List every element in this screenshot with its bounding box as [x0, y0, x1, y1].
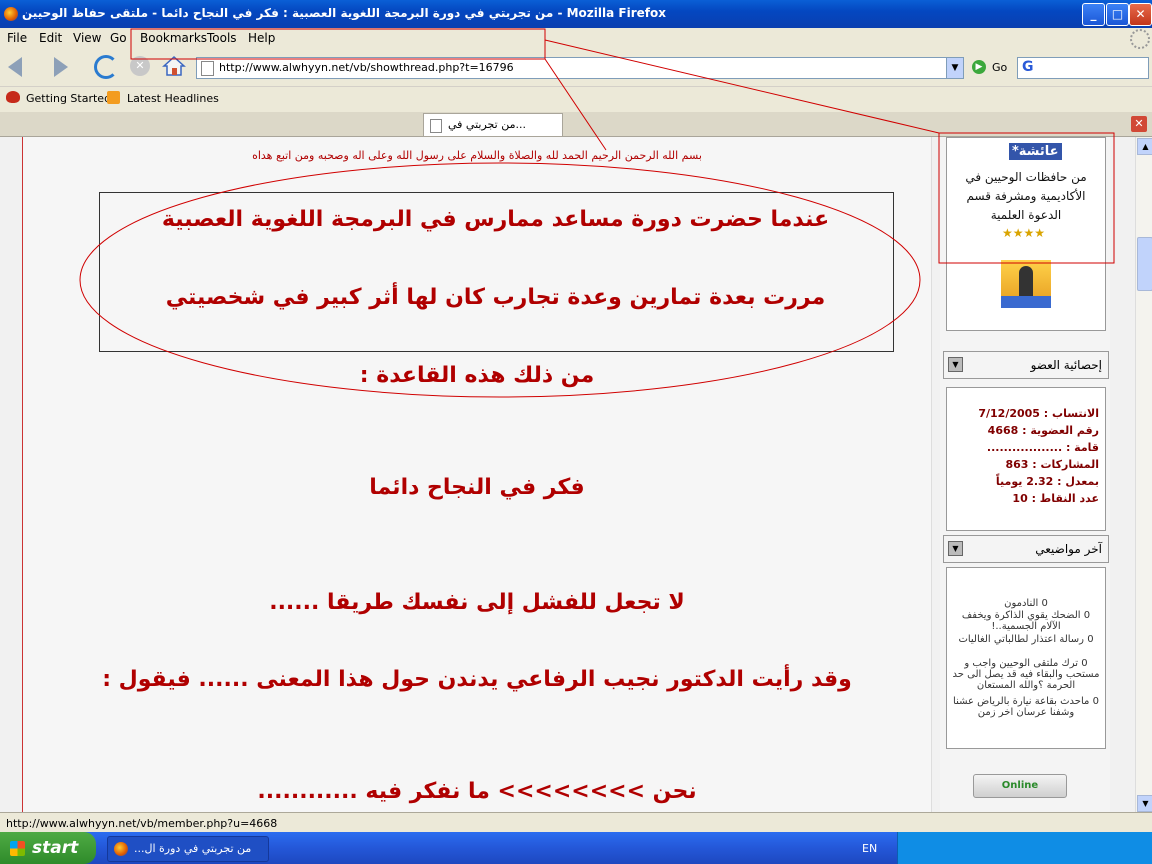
vertical-scrollbar[interactable]: ▲ ▼ [1135, 137, 1152, 812]
windows-logo-icon [10, 841, 25, 856]
scroll-up-icon[interactable]: ▲ [1137, 138, 1152, 155]
start-button[interactable]: start [0, 832, 96, 864]
annotation-menu-box [130, 28, 546, 60]
taskbar-item-label: من تجربتي في دورة ال... [134, 842, 252, 855]
annotation-ellipse [79, 162, 921, 398]
annotation-line-1 [544, 39, 940, 134]
annotation-overlay [79, 28, 1115, 398]
scroll-down-icon[interactable]: ▼ [1137, 795, 1152, 812]
language-indicator[interactable]: EN [862, 842, 877, 855]
start-label: start [32, 838, 79, 858]
taskbar-firefox-icon [114, 842, 128, 856]
annotation-line-2 [544, 58, 607, 151]
taskbar-firefox-item[interactable]: من تجربتي في دورة ال... [107, 836, 269, 862]
scroll-thumb[interactable] [1137, 237, 1152, 291]
status-text: http://www.alwhyyn.net/vb/member.php?u=4… [6, 817, 278, 830]
status-bar: http://www.alwhyyn.net/vb/member.php?u=4… [0, 812, 1152, 833]
annotation-member-box [938, 132, 1115, 264]
system-tray [897, 832, 1152, 864]
